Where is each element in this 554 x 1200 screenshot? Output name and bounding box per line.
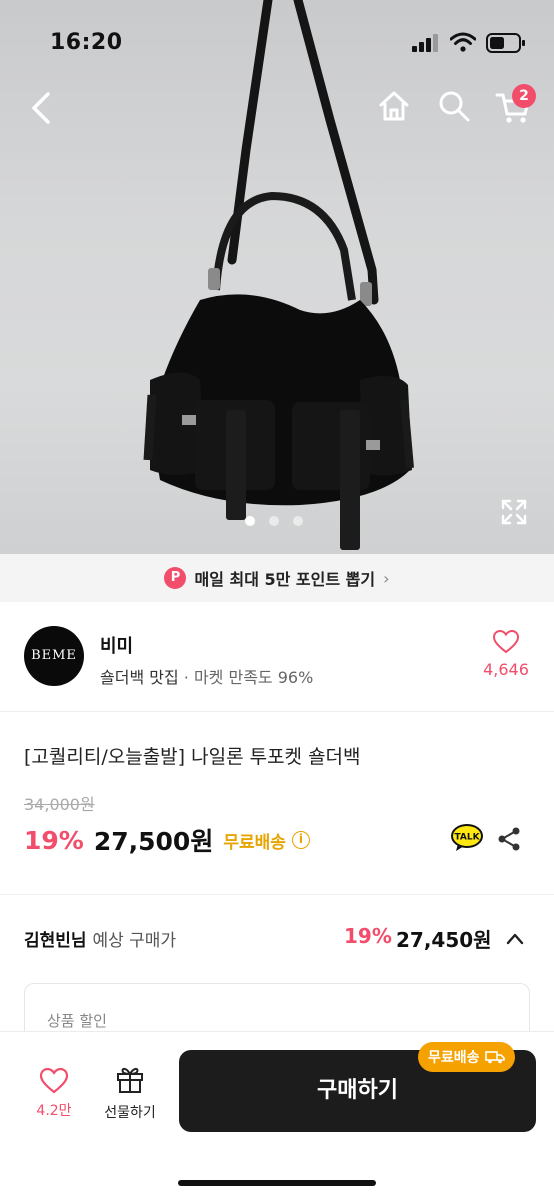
carousel-dots[interactable] [245, 516, 303, 526]
back-icon[interactable] [26, 88, 58, 128]
estimated-price-row[interactable]: 김현빈님 예상 구매가 19% 27,450원 [24, 924, 530, 956]
status-bar: 16:20 [0, 0, 554, 88]
heart-icon [39, 1067, 69, 1094]
estimate-text: 예상 구매가 [92, 931, 177, 951]
battery-icon [486, 33, 525, 53]
like-button[interactable]: 4.2만 [28, 1067, 80, 1120]
expand-icon[interactable] [500, 498, 528, 526]
shop-like-button[interactable]: 4,646 [478, 629, 534, 679]
estimate-user: 김현빈님 [24, 931, 87, 951]
free-shipping-label: 무료배송 [223, 832, 286, 853]
cart-badge: 2 [512, 84, 536, 108]
shop-info[interactable]: BEME 비미 숄더백 맛집 · 마켓 만족도 96% 4,646 [0, 602, 554, 712]
home-indicator [178, 1180, 376, 1186]
shop-logo[interactable]: BEME [24, 626, 84, 686]
home-icon[interactable] [376, 88, 412, 124]
chevron-up-icon[interactable] [504, 928, 526, 950]
status-time: 16:20 [50, 30, 123, 55]
section-divider [0, 894, 554, 895]
free-shipping-badge: 무료배송 [418, 1042, 515, 1072]
original-price: 34,000원 [24, 795, 95, 814]
heart-icon [492, 629, 520, 654]
like-count: 4.2만 [36, 1103, 72, 1119]
free-shipping-badge-text: 무료배송 [428, 1050, 480, 1066]
estimate-discount: 19% [344, 924, 392, 948]
shop-name[interactable]: 비미 [100, 632, 133, 658]
shop-satisfaction: · 마켓 만족도 96% [183, 668, 314, 687]
kakao-talk-icon[interactable]: TALK [450, 823, 484, 853]
point-lottery-banner[interactable]: P 매일 최대 5만 포인트 뽑기 › [0, 554, 554, 602]
discount-rate: 19% [24, 825, 84, 855]
price-row: 19% 27,500원 무료배송 i [24, 822, 310, 858]
shop-subtitle: 숄더백 맛집 · 마켓 만족도 96% [100, 664, 313, 688]
product-discount-label: 상품 할인 [47, 1012, 107, 1030]
cellular-signal-icon [412, 34, 438, 52]
gift-icon [117, 1067, 143, 1093]
carousel-dot[interactable] [269, 516, 279, 526]
estimate-price: 27,450원 [396, 928, 492, 952]
bottom-action-bar: 4.2만 선물하기 구매하기 무료배송 [0, 1031, 554, 1200]
shop-like-count: 4,646 [483, 660, 529, 679]
gift-label: 선물하기 [104, 1105, 156, 1121]
carousel-dot[interactable] [293, 516, 303, 526]
product-image[interactable]: 16:20 2 [0, 0, 554, 554]
search-icon[interactable] [436, 88, 472, 124]
gift-button[interactable]: 선물하기 [96, 1064, 164, 1122]
sale-price: 27,500원 [93, 827, 214, 856]
shop-tagline: 숄더백 맛집 [100, 668, 179, 687]
truck-icon [484, 1051, 505, 1064]
share-icon[interactable] [496, 826, 522, 852]
point-banner-text: 매일 최대 5만 포인트 뽑기 [194, 570, 376, 589]
point-icon: P [164, 567, 187, 589]
chevron-right-icon: › [383, 568, 390, 588]
carousel-dot-active[interactable] [245, 516, 255, 526]
info-icon[interactable]: i [291, 831, 310, 849]
product-title: [고퀄리티/오늘출발] 나일론 투포켓 숄더백 [24, 746, 361, 768]
kakao-talk-label: TALK [454, 833, 480, 843]
wifi-icon [450, 32, 476, 52]
estimate-label: 김현빈님 예상 구매가 [24, 926, 176, 951]
